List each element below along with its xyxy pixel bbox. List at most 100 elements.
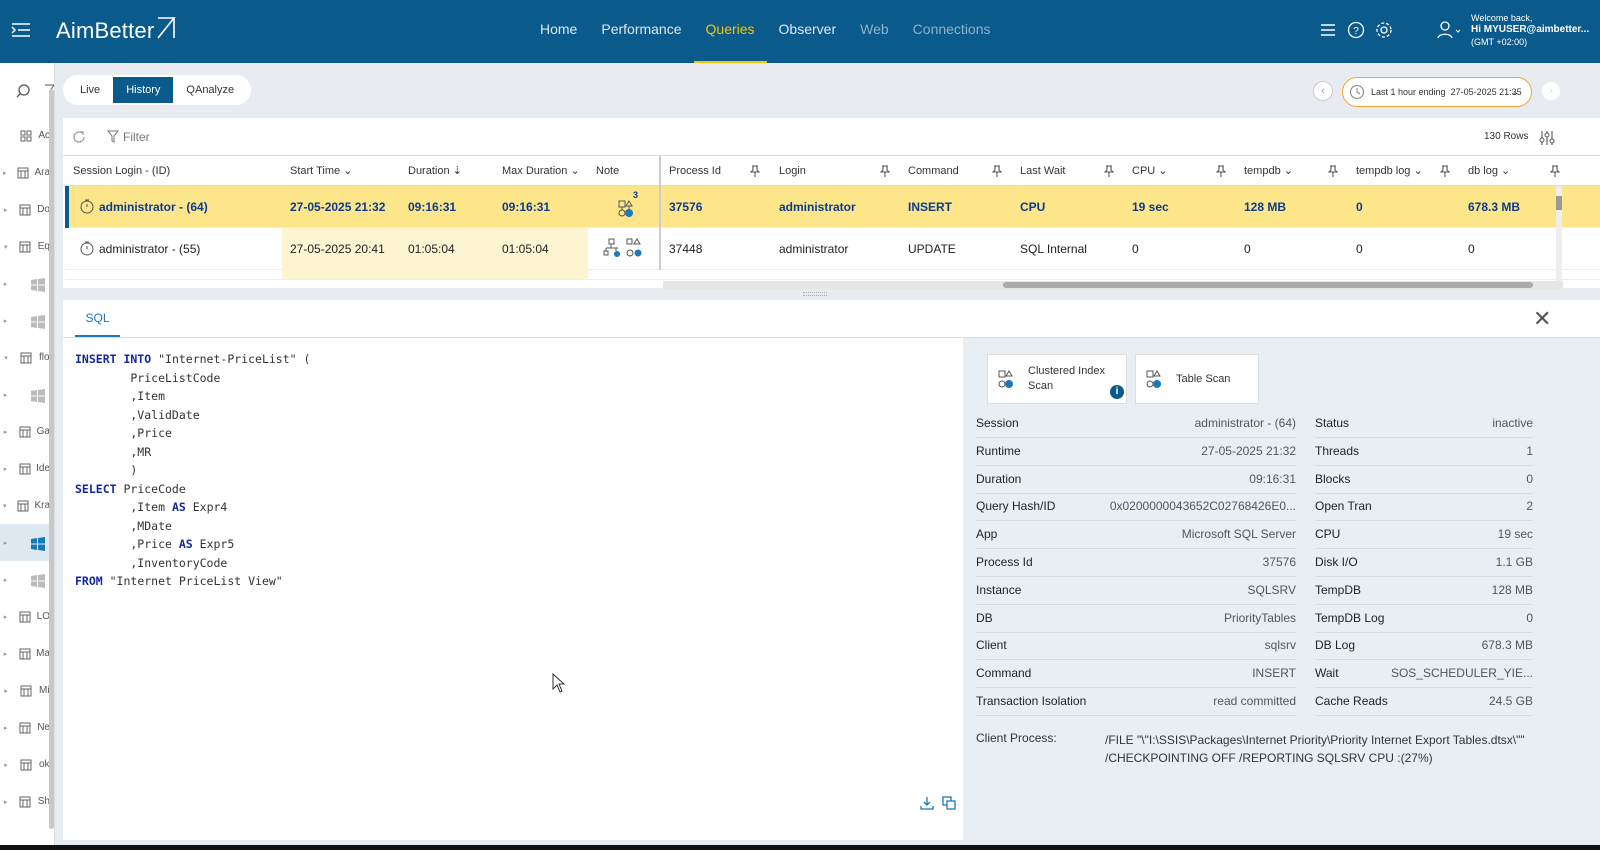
info-value: 678.3 MB bbox=[1481, 638, 1533, 653]
sql-line: ,MDate bbox=[75, 517, 310, 536]
sidebar-item[interactable]: ▾ flo bbox=[0, 339, 50, 376]
info-row: App Microsoft SQL Server bbox=[976, 521, 1296, 550]
sidebar-item[interactable]: ▸ Do bbox=[0, 191, 50, 228]
table-row[interactable]: administrator - (55) 27-05-2025 20:41 01… bbox=[65, 228, 1600, 270]
copy-icon[interactable] bbox=[941, 795, 957, 811]
windows-icon bbox=[31, 314, 45, 329]
tab-history[interactable]: History bbox=[113, 77, 174, 103]
scroll-thumb[interactable] bbox=[1556, 196, 1562, 210]
expand-toggle-icon[interactable]: ▾ bbox=[0, 502, 9, 510]
sidebar-item[interactable]: ▸ bbox=[0, 561, 50, 598]
col-duration[interactable]: Duration ⇣ bbox=[400, 156, 494, 186]
info-icon[interactable]: i bbox=[1110, 385, 1124, 399]
nav-web[interactable]: Web bbox=[848, 0, 901, 63]
sidebar-item[interactable]: ▸ Ma bbox=[0, 635, 50, 672]
sidebar-item[interactable]: ▸ Ara bbox=[0, 154, 50, 191]
expand-toggle-icon[interactable]: ▸ bbox=[0, 317, 11, 325]
expand-toggle-icon[interactable]: ▸ bbox=[0, 798, 11, 806]
expand-toggle-icon[interactable]: ▸ bbox=[0, 169, 9, 177]
pin-icon[interactable] bbox=[1550, 165, 1560, 177]
nav-connections[interactable]: Connections bbox=[901, 0, 1003, 63]
info-row: Duration 09:16:31 bbox=[976, 466, 1296, 494]
tab-sql[interactable]: SQL bbox=[75, 300, 120, 337]
index-scan-icon bbox=[988, 367, 1028, 391]
pin-icon[interactable] bbox=[1104, 165, 1114, 177]
expand-toggle-icon[interactable]: ▸ bbox=[0, 576, 11, 584]
download-icon[interactable] bbox=[919, 795, 935, 811]
cell-note[interactable] bbox=[595, 228, 659, 270]
pin-icon[interactable] bbox=[880, 165, 890, 177]
col-max-duration[interactable]: Max Duration ⌄ bbox=[494, 156, 588, 186]
clustered-index-scan-button[interactable]: Clustered Index Scan i bbox=[987, 354, 1127, 404]
col-session[interactable]: Session Login - (ID) bbox=[65, 156, 281, 186]
prev-time-button[interactable]: ‹ bbox=[1313, 81, 1333, 101]
grid-vertical-scrollbar[interactable] bbox=[1556, 186, 1562, 281]
search-icon[interactable] bbox=[16, 83, 32, 99]
sidebar-item[interactable]: ▸ bbox=[0, 376, 50, 413]
sidebar-item[interactable]: ▸ Ne bbox=[0, 709, 50, 746]
table-row[interactable]: administrator - (64) 27-05-2025 21:32 09… bbox=[65, 186, 1600, 228]
sidebar-item[interactable]: Ac bbox=[0, 117, 50, 154]
help-icon[interactable]: ? bbox=[1346, 20, 1366, 40]
panel-resize-handle[interactable] bbox=[803, 292, 827, 296]
expand-toggle-icon[interactable]: ▾ bbox=[0, 243, 11, 251]
expand-toggle-icon[interactable]: ▸ bbox=[0, 206, 11, 214]
expand-toggle-icon[interactable]: ▸ bbox=[0, 280, 11, 288]
expand-toggle-icon[interactable]: ▸ bbox=[0, 613, 11, 621]
col-db-log[interactable]: db log ⌄ bbox=[1460, 156, 1555, 186]
pin-icon[interactable] bbox=[1328, 165, 1338, 177]
sidebar-item[interactable]: ▸ LO bbox=[0, 598, 50, 635]
table-row-partial[interactable] bbox=[65, 270, 1600, 280]
gear-icon[interactable] bbox=[1374, 20, 1394, 40]
sidebar-item[interactable]: ▸ bbox=[0, 302, 50, 339]
grid-horizontal-scrollbar[interactable] bbox=[663, 281, 1563, 289]
column-settings-icon[interactable] bbox=[1539, 130, 1555, 146]
list-icon[interactable] bbox=[1318, 20, 1338, 40]
nav-observer[interactable]: Observer bbox=[767, 0, 849, 63]
expand-toggle-icon[interactable]: ▸ bbox=[0, 687, 12, 695]
nav-home[interactable]: Home bbox=[528, 0, 589, 63]
next-time-button[interactable]: › bbox=[1541, 81, 1561, 101]
expand-toggle-icon[interactable]: ▸ bbox=[0, 539, 11, 547]
sidebar-item[interactable]: ▾ Eq bbox=[0, 228, 50, 265]
expand-toggle-icon[interactable]: ▸ bbox=[0, 465, 11, 473]
time-range-selector[interactable]: Last 1 hour ending 27-05-2025 21:35 ⌄ bbox=[1342, 77, 1532, 107]
user-menu[interactable] bbox=[1436, 20, 1464, 40]
expand-toggle-icon[interactable]: ▾ bbox=[0, 354, 12, 362]
col-note[interactable]: Note bbox=[588, 156, 660, 186]
sidebar-item[interactable]: ▸ bbox=[0, 265, 50, 302]
info-value: 0 bbox=[1526, 610, 1533, 625]
nav-queries[interactable]: Queries bbox=[693, 0, 767, 63]
clock-icon bbox=[1349, 84, 1365, 100]
sidebar-item[interactable]: ▸ Ga bbox=[0, 413, 50, 450]
sidebar-item[interactable]: ▸ bbox=[0, 524, 50, 561]
sidebar-item[interactable]: ▸ Sh bbox=[0, 783, 50, 820]
scroll-thumb[interactable] bbox=[1003, 282, 1533, 288]
nav-performance[interactable]: Performance bbox=[589, 0, 693, 63]
sidebar-item[interactable]: ▾ Kra bbox=[0, 487, 50, 524]
pin-icon[interactable] bbox=[992, 165, 1002, 177]
col-start-time[interactable]: Start Time ⌄ bbox=[282, 156, 400, 186]
sidebar-scrollbar[interactable] bbox=[49, 89, 54, 829]
app-logo[interactable]: AimBetter bbox=[56, 16, 177, 44]
pin-icon[interactable] bbox=[750, 165, 760, 177]
expand-toggle-icon[interactable]: ▸ bbox=[0, 724, 11, 732]
info-key: Disk I/O bbox=[1315, 555, 1358, 569]
expand-toggle-icon[interactable]: ▸ bbox=[0, 761, 12, 769]
expand-toggle-icon[interactable]: ▸ bbox=[0, 650, 11, 658]
tab-live[interactable]: Live bbox=[67, 77, 113, 103]
expand-toggle-icon[interactable]: ▸ bbox=[0, 428, 11, 436]
sidebar-item[interactable]: ▸ ok bbox=[0, 746, 50, 783]
filter-input[interactable]: Filter bbox=[123, 130, 150, 144]
tab-qanalyze[interactable]: QAnalyze bbox=[173, 77, 247, 103]
sidebar-item[interactable]: ▸ Mi bbox=[0, 672, 50, 709]
close-icon[interactable]: ✕ bbox=[1533, 308, 1551, 330]
cell-note[interactable]: 3 bbox=[605, 186, 655, 228]
table-scan-button[interactable]: Table Scan bbox=[1135, 354, 1259, 404]
pin-icon[interactable] bbox=[1440, 165, 1450, 177]
expand-toggle-icon[interactable]: ▸ bbox=[0, 391, 11, 399]
refresh-icon[interactable] bbox=[71, 129, 87, 145]
sidebar-item[interactable]: ▸ Ide bbox=[0, 450, 50, 487]
pin-icon[interactable] bbox=[1216, 165, 1226, 177]
menu-toggle-icon[interactable] bbox=[10, 20, 32, 40]
